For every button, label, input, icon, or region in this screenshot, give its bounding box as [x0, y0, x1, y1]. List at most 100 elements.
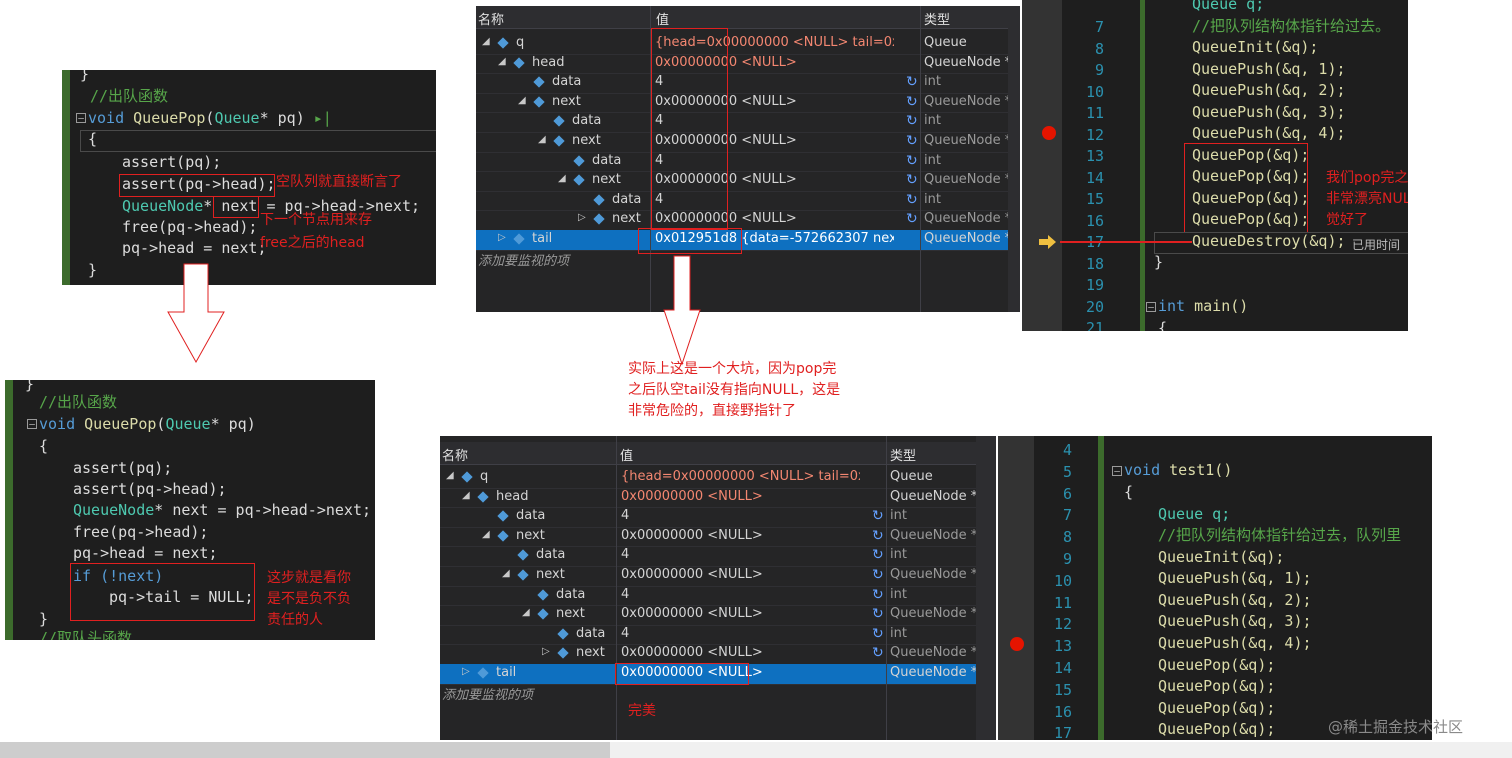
code-line-brace-open: { — [39, 437, 49, 455]
highlight-box-next — [213, 196, 259, 218]
column-header-value[interactable]: 值 — [620, 445, 633, 464]
add-watch-item[interactable]: 添加要监视的项 — [478, 250, 569, 269]
code-line-test1: void test1() — [1124, 461, 1233, 479]
watch-scrollbar[interactable] — [976, 436, 996, 740]
expand-toggle-icon[interactable]: ▷ — [542, 646, 550, 657]
watch-type: int — [924, 113, 941, 129]
variable-icon — [513, 233, 525, 245]
expand-toggle-icon[interactable]: ◢ — [482, 36, 490, 47]
watch-row-data[interactable]: data 4 ↻ int — [476, 152, 1020, 173]
expand-toggle-icon[interactable]: ◢ — [538, 134, 546, 145]
down-arrow-icon — [167, 263, 225, 364]
fold-toggle-icon[interactable]: − — [27, 419, 37, 430]
watch-value[interactable]: 0x00000000 <NULL> — [621, 645, 860, 660]
expand-toggle-icon[interactable]: ◢ — [498, 56, 506, 67]
variable-icon — [477, 490, 489, 503]
watch-row-next[interactable]: ◢ next 0x00000000 <NULL> ↻ QueueNode * — [476, 171, 1020, 192]
run-to-cursor-icon[interactable]: ▸| — [314, 109, 332, 127]
annotation-perfect: 完美 — [628, 703, 656, 719]
refresh-icon[interactable]: ↻ — [906, 192, 918, 208]
column-header-type[interactable]: 类型 — [924, 9, 950, 28]
expand-toggle-icon[interactable]: ▷ — [578, 212, 586, 223]
watch-row-data[interactable]: data 4 ↻ int — [440, 546, 996, 567]
refresh-icon[interactable]: ↻ — [906, 113, 918, 129]
expand-toggle-icon[interactable]: ◢ — [502, 568, 510, 579]
expand-toggle-icon[interactable]: ◢ — [558, 173, 566, 184]
watch-row-data[interactable]: data 4 ↻ int — [440, 507, 996, 528]
breakpoint-icon[interactable] — [1042, 126, 1056, 140]
watch-row-head[interactable]: ◢ head 0x00000000 <NULL> QueueNode * — [440, 488, 996, 509]
watch-type: Queue — [890, 469, 933, 484]
refresh-icon[interactable]: ↻ — [906, 74, 918, 90]
expand-toggle-icon[interactable]: ▷ — [462, 666, 470, 677]
watch-row-data[interactable]: data 4 ↻ int — [440, 625, 996, 646]
fold-toggle-icon[interactable]: − — [1112, 466, 1122, 477]
watch-value[interactable]: {head=0x00000000 <NULL> tail=0x0000... — [621, 469, 860, 484]
watch-value[interactable]: 0x00000000 <NULL> — [621, 528, 860, 543]
breakpoint-margin[interactable] — [1022, 0, 1062, 331]
variable-icon — [553, 115, 565, 128]
watch-row-data[interactable]: data 4 ↻ int — [476, 73, 1020, 94]
variable-icon — [537, 588, 549, 601]
watch-row-next[interactable]: ◢ next 0x00000000 <NULL> ↻ QueueNode * — [440, 527, 996, 548]
expand-toggle-icon[interactable]: ◢ — [482, 529, 490, 540]
watch-value[interactable]: 0x00000000 <NULL> — [621, 567, 860, 582]
watch-value[interactable]: 4 — [621, 547, 860, 562]
refresh-icon[interactable]: ↻ — [872, 626, 884, 642]
watch-row-data[interactable]: data 4 ↻ int — [440, 586, 996, 607]
fold-toggle-icon[interactable]: − — [76, 113, 86, 124]
column-header-name[interactable]: 名称 — [442, 445, 468, 464]
code-editor-test-top: 78910111213141516171819202122 Queue q; /… — [1022, 0, 1408, 331]
column-header-type[interactable]: 类型 — [890, 445, 916, 464]
watch-value[interactable]: 4 — [621, 508, 860, 523]
expand-toggle-icon[interactable]: ◢ — [518, 95, 526, 106]
expand-toggle-icon[interactable]: ◢ — [446, 470, 454, 481]
watch-row-head[interactable]: ◢ head 0x00000000 <NULL> QueueNode * — [476, 54, 1020, 75]
refresh-icon[interactable]: ↻ — [906, 172, 918, 188]
watch-value[interactable]: 0x00000000 <NULL> — [621, 606, 860, 621]
refresh-icon[interactable]: ↻ — [872, 508, 884, 524]
watch-row-data[interactable]: data 4 ↻ int — [476, 112, 1020, 133]
watch-type: QueueNode * — [924, 133, 1012, 148]
refresh-icon[interactable]: ↻ — [872, 606, 884, 622]
watch-row-next[interactable]: ◢ next 0x00000000 <NULL> ↻ QueueNode * — [476, 132, 1020, 153]
refresh-icon[interactable]: ↻ — [906, 211, 918, 227]
watch-row-data[interactable]: data 4 ↻ int — [476, 191, 1020, 212]
refresh-icon[interactable]: ↻ — [872, 528, 884, 544]
watch-row-q[interactable]: ◢q{head=0x00000000 <NULL> tail=0x0129...… — [476, 34, 1020, 55]
watch-row-q[interactable]: ◢ q {head=0x00000000 <NULL> tail=0x0000...… — [440, 468, 996, 489]
expand-toggle-icon[interactable]: ▷ — [498, 232, 506, 243]
watch-row-tail[interactable]: ▷tail0x012951d8 {data=-572662307 next=0x… — [476, 230, 1020, 251]
add-watch-item[interactable]: 添加要监视的项 — [442, 684, 533, 703]
code-line-head-next: pq->head = next; — [122, 239, 267, 257]
expand-toggle-icon[interactable]: ◢ — [522, 607, 530, 618]
line-number: 8 — [1062, 528, 1072, 547]
watch-value[interactable]: 4 — [621, 626, 860, 641]
expand-toggle-icon[interactable]: ◢ — [462, 490, 470, 501]
watermark: @稀土掘金技术社区 — [1328, 718, 1464, 736]
page-scrollbar-thumb[interactable] — [0, 742, 610, 758]
refresh-icon[interactable]: ↻ — [872, 547, 884, 563]
watch-value[interactable]: 4 — [621, 587, 860, 602]
watch-row-next[interactable]: ▷ next 0x00000000 <NULL> ↻ QueueNode * — [476, 210, 1020, 231]
refresh-icon[interactable]: ↻ — [906, 94, 918, 110]
fold-toggle-icon[interactable]: − — [1146, 302, 1156, 313]
refresh-icon[interactable]: ↻ — [872, 587, 884, 603]
watch-value[interactable]: 0x00000000 <NULL> — [621, 489, 860, 504]
watch-row-next[interactable]: ▷ next 0x00000000 <NULL> ↻ QueueNode * — [440, 644, 996, 665]
watch-row-next[interactable]: ◢ next 0x00000000 <NULL> ↻ QueueNode * — [476, 93, 1020, 114]
breakpoint-icon[interactable] — [1010, 637, 1024, 651]
column-header-name[interactable]: 名称 — [478, 9, 504, 28]
code-gutter — [62, 70, 70, 285]
code-comment-pass-pointer: //把队列结构体指针给过去。 — [1192, 17, 1391, 35]
refresh-icon[interactable]: ↻ — [906, 133, 918, 149]
watch-scrollbar[interactable] — [1008, 6, 1020, 312]
highlight-box-tail-fix — [70, 563, 255, 621]
watch-row-next[interactable]: ◢ next 0x00000000 <NULL> ↻ QueueNode * — [440, 566, 996, 587]
column-header-value[interactable]: 值 — [656, 9, 669, 28]
refresh-icon[interactable]: ↻ — [906, 153, 918, 169]
refresh-icon[interactable]: ↻ — [872, 645, 884, 661]
breakpoint-margin[interactable] — [998, 436, 1034, 740]
watch-row-next[interactable]: ◢ next 0x00000000 <NULL> ↻ QueueNode * — [440, 605, 996, 626]
refresh-icon[interactable]: ↻ — [872, 567, 884, 583]
